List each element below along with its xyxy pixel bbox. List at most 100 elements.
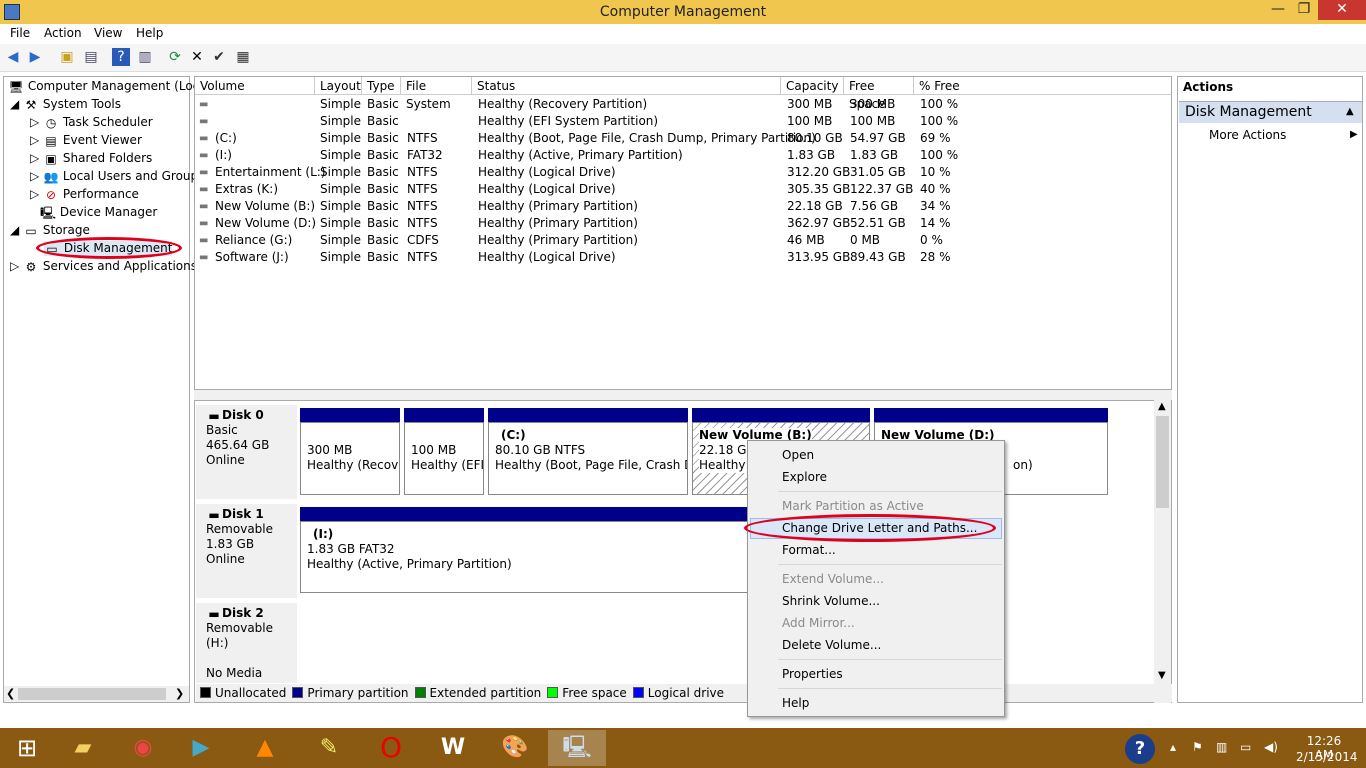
table-cell: Healthy (Primary Partition) — [478, 233, 638, 247]
table-row[interactable]: ▬ Entertainment (L:) Simple Basic NTFS Health… — [195, 164, 1171, 181]
partition-300mb[interactable]: 300 MB Healthy (Recove — [300, 422, 400, 495]
col-percent-free[interactable]: % Free — [914, 77, 1171, 95]
menu-item-shrink[interactable]: Shrink Volume... — [782, 593, 880, 609]
col-filesystem[interactable]: File System — [401, 77, 472, 111]
collapse-section-icon[interactable]: ▲ — [1346, 106, 1354, 117]
menu-view[interactable]: View — [94, 26, 122, 40]
expand-arrow-icon[interactable]: ◢ — [10, 97, 19, 111]
media-player-icon[interactable]: ▶ — [174, 730, 228, 766]
menu-action[interactable]: Action — [44, 26, 82, 40]
collapse-arrow-icon[interactable]: ▷ — [10, 259, 19, 273]
disk1-header[interactable]: ▬ Disk 1 Removable 1.83 GB Online — [196, 504, 297, 598]
file-explorer-icon[interactable]: ▰ — [56, 730, 110, 766]
table-row[interactable]: ▬ Simple Basic Healthy (Recovery Partition)… — [195, 96, 1171, 113]
back-arrow-icon[interactable]: ◀ — [4, 48, 22, 66]
table-row[interactable]: ▬ (C:) Simple Basic NTFS Healthy (Boot, Page … — [195, 130, 1171, 147]
disk2-header[interactable]: ▬ Disk 2 Removable (H:) No Media — [196, 603, 297, 683]
menu-help[interactable]: Help — [136, 26, 163, 40]
tree-local-users[interactable]: ▷ 👥 Local Users and Groups — [30, 169, 204, 184]
menu-item-format[interactable]: Format... — [782, 542, 836, 558]
table-cell: Simple — [320, 165, 361, 179]
paint-icon[interactable]: 🎨 — [488, 730, 542, 766]
table-row[interactable]: ▬ Software (J:) Simple Basic NTFS Healthy (Lo… — [195, 249, 1171, 266]
disk-properties-icon[interactable]: ▦ — [234, 48, 252, 66]
menu-item-explore[interactable]: Explore — [782, 469, 827, 485]
volume-drive-icon: ▬ — [199, 133, 209, 144]
col-capacity[interactable]: Capacity — [781, 77, 844, 95]
tree-shared-folders[interactable]: ▷ ▣ Shared Folders — [30, 151, 152, 166]
col-status[interactable]: Status — [472, 77, 781, 95]
collapse-arrow-icon[interactable]: ▷ — [30, 187, 39, 201]
scroll-thumb[interactable] — [18, 688, 166, 700]
table-row[interactable]: ▬ New Volume (D:) Simple Basic NTFS Healthy (… — [195, 215, 1171, 232]
vlc-icon[interactable]: ▲ — [238, 730, 292, 766]
table-row[interactable]: ▬ New Volume (B:) Simple Basic NTFS Healthy (… — [195, 198, 1171, 215]
tree-task-scheduler[interactable]: ▷ ◷ Task Scheduler — [30, 115, 153, 130]
scroll-up-arrow-icon[interactable]: ▲ — [1158, 401, 1166, 412]
show-hide-tree-icon[interactable]: ▤ — [82, 48, 100, 66]
forward-arrow-icon[interactable]: ▶ — [26, 48, 44, 66]
partition-c[interactable]: (C:) 80.10 GB NTFS Healthy (Boot, Page F… — [488, 422, 688, 495]
menu-item-properties[interactable]: Properties — [782, 666, 843, 682]
table-row[interactable]: ▬ Reliance (G:) Simple Basic CDFS Healthy (Pr… — [195, 232, 1171, 249]
legend-label: Extended partition — [429, 686, 542, 700]
table-cell: Entertainment (L:) — [215, 165, 326, 179]
opera-icon[interactable]: O — [364, 730, 418, 766]
tree-storage[interactable]: ◢ ▭ Storage — [10, 223, 90, 238]
volume-icon[interactable]: ◀) — [1264, 740, 1278, 754]
close-button[interactable]: ✕ — [1318, 0, 1366, 20]
scroll-down-arrow-icon[interactable]: ▼ — [1158, 670, 1166, 681]
col-free-space[interactable]: Free Space — [844, 77, 914, 111]
col-type[interactable]: Type — [362, 77, 401, 95]
partition-100mb[interactable]: 100 MB Healthy (EFI S — [404, 422, 484, 495]
more-actions[interactable]: More Actions — [1209, 128, 1286, 142]
tree-event-viewer[interactable]: ▷ ▤ Event Viewer — [30, 133, 142, 148]
tree-root[interactable]: 🖥 Computer Management (Local — [8, 79, 210, 94]
tray-up-arrow-icon[interactable]: ▴ — [1170, 740, 1176, 754]
notes-icon[interactable]: ✎ — [302, 730, 356, 766]
scroll-right-arrow-icon[interactable]: ❯ — [175, 687, 184, 700]
maximize-button[interactable]: ❐ — [1288, 0, 1320, 21]
col-volume[interactable]: Volume — [195, 77, 315, 95]
tree-performance[interactable]: ▷ ⊘ Performance — [30, 187, 139, 202]
menu-file[interactable]: File — [10, 26, 30, 40]
disk0-header[interactable]: ▬ Disk 0 Basic 465.64 GB Online — [196, 405, 297, 499]
tree-services[interactable]: ▷ ⚙ Services and Applications — [10, 259, 197, 274]
delete-icon[interactable]: ✕ — [188, 48, 206, 66]
menu-item-delete[interactable]: Delete Volume... — [782, 637, 881, 653]
scroll-thumb[interactable] — [1156, 416, 1169, 508]
table-row[interactable]: ▬ Extras (K:) Simple Basic NTFS Healthy (Logi… — [195, 181, 1171, 198]
collapse-arrow-icon[interactable]: ▷ — [30, 115, 39, 129]
word-icon[interactable]: W — [426, 730, 480, 766]
menu-item-help[interactable]: Help — [782, 695, 809, 711]
expand-arrow-icon[interactable]: ◢ — [10, 223, 19, 237]
help-tray-icon[interactable]: ? — [1125, 734, 1155, 764]
scroll-left-arrow-icon[interactable]: ❮ — [6, 687, 15, 700]
properties-icon[interactable]: ▥ — [136, 48, 154, 66]
up-folder-icon[interactable]: ▣ — [58, 48, 76, 66]
chrome-icon[interactable]: ◉ — [116, 730, 170, 766]
pane-splitter[interactable] — [194, 390, 1172, 400]
table-cell: Healthy (Recovery Partition) — [478, 97, 648, 111]
network-icon[interactable]: ▥ — [1216, 740, 1227, 754]
collapse-arrow-icon[interactable]: ▷ — [30, 133, 39, 147]
collapse-arrow-icon[interactable]: ▷ — [30, 151, 39, 165]
collapse-arrow-icon[interactable]: ▷ — [30, 169, 39, 183]
help-icon[interactable]: ? — [112, 48, 130, 66]
tree-system-tools[interactable]: ◢ ⚒ System Tools — [10, 97, 121, 112]
flag-icon[interactable]: ⚑ — [1192, 740, 1203, 754]
computer-management-taskbar-icon[interactable]: 🖳 — [548, 730, 606, 766]
check-icon[interactable]: ✔ — [210, 48, 228, 66]
refresh-icon[interactable]: ⟳ — [166, 48, 184, 66]
table-row[interactable]: ▬ Simple Basic Healthy (EFI System Partitio… — [195, 113, 1171, 130]
partition-i[interactable]: (I:) 1.83 GB FAT32 Healthy (Active, Prim… — [300, 521, 750, 593]
tree-device-manager[interactable]: 🖳 Device Manager — [40, 205, 157, 220]
start-windows-icon[interactable]: ⊞ — [0, 730, 54, 766]
menu-item-open[interactable]: Open — [782, 447, 814, 463]
battery-icon[interactable]: ▭ — [1240, 740, 1251, 754]
col-layout[interactable]: Layout — [315, 77, 362, 95]
table-cell: 80.10 GB — [787, 131, 843, 145]
clock-date[interactable]: 2/15/2014 — [1296, 750, 1358, 764]
table-cell: Healthy (Primary Partition) — [478, 199, 638, 213]
table-row[interactable]: ▬ (I:) Simple Basic FAT32 Healthy (Active, Pr… — [195, 147, 1171, 164]
